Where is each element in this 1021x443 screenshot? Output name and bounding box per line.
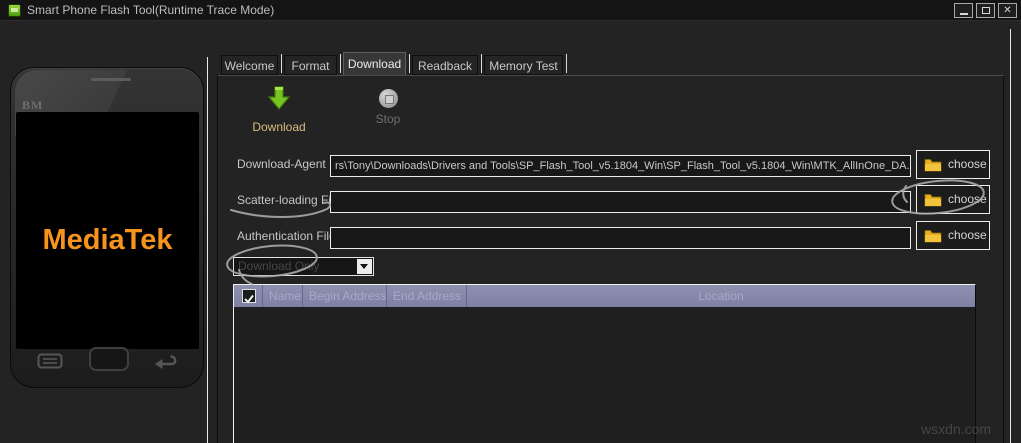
scatter-file-label: Scatter-loading File bbox=[237, 193, 341, 207]
tab-separator bbox=[566, 54, 567, 73]
minimize-button[interactable] bbox=[954, 3, 973, 18]
phone-corner-brand: BM bbox=[22, 98, 44, 112]
window-controls: ✕ bbox=[954, 3, 1017, 18]
right-edge-line bbox=[1010, 29, 1011, 443]
auth-choose-button[interactable]: choose bbox=[916, 221, 990, 250]
partition-table-header: Name Begin Address End Address Location bbox=[234, 285, 975, 307]
tab-separator bbox=[481, 54, 482, 73]
menu-key-icon bbox=[37, 353, 63, 369]
scatter-file-combo[interactable] bbox=[330, 191, 911, 213]
back-key-icon bbox=[155, 355, 177, 369]
phone-preview: BM MediaTek bbox=[10, 67, 204, 388]
header-begin-address: Begin Address bbox=[303, 285, 387, 307]
download-button-label: Download bbox=[252, 120, 306, 134]
scatter-choose-button[interactable]: choose bbox=[916, 185, 990, 214]
tab-format[interactable]: Format bbox=[284, 55, 337, 75]
home-key-icon bbox=[89, 347, 129, 371]
close-icon: ✕ bbox=[1003, 5, 1012, 16]
tab-readback[interactable]: Readback bbox=[412, 55, 478, 75]
maximize-button[interactable] bbox=[976, 3, 995, 18]
download-button[interactable]: Download bbox=[244, 85, 314, 134]
tab-separator bbox=[281, 54, 282, 73]
download-agent-choose-button[interactable]: choose bbox=[916, 150, 990, 179]
folder-icon bbox=[924, 230, 942, 243]
stop-button[interactable]: Stop bbox=[353, 85, 423, 126]
tab-welcome[interactable]: Welcome bbox=[221, 55, 278, 75]
tab-download[interactable]: Download bbox=[343, 52, 406, 75]
checkmark-icon bbox=[244, 294, 254, 304]
app-window: Smart Phone Flash Tool(Runtime Trace Mod… bbox=[0, 0, 1021, 443]
folder-icon bbox=[924, 159, 942, 172]
phone-screen: MediaTek bbox=[16, 112, 199, 349]
header-end-address: End Address bbox=[387, 285, 467, 307]
minimize-icon bbox=[959, 13, 968, 15]
download-arrow-icon bbox=[267, 86, 291, 110]
title-bar: Smart Phone Flash Tool(Runtime Trace Mod… bbox=[0, 0, 1021, 21]
auth-file-combo[interactable] bbox=[330, 227, 911, 249]
tab-separator bbox=[340, 54, 341, 73]
tab-separator bbox=[409, 54, 410, 73]
tab-panel-right-border bbox=[1003, 75, 1004, 443]
download-agent-field[interactable]: rs\Tony\Downloads\Drivers and Tools\SP_F… bbox=[330, 155, 911, 177]
select-all-checkbox[interactable] bbox=[242, 289, 256, 304]
choose-button-label: choose bbox=[948, 192, 987, 206]
app-icon bbox=[8, 4, 21, 17]
watermark: wsxdn.com bbox=[921, 421, 992, 437]
stop-icon bbox=[378, 89, 398, 108]
download-agent-label: Download-Agent bbox=[237, 157, 326, 171]
phone-speaker bbox=[91, 78, 131, 81]
phone-keys bbox=[11, 347, 203, 377]
window-title: Smart Phone Flash Tool(Runtime Trace Mod… bbox=[27, 3, 275, 17]
tab-panel-left-border bbox=[217, 75, 218, 443]
download-mode-dropdown-arrow[interactable] bbox=[357, 259, 372, 274]
header-location: Location bbox=[698, 289, 744, 303]
stop-button-label: Stop bbox=[375, 112, 401, 126]
partition-table: Name Begin Address End Address Location bbox=[233, 284, 976, 443]
maximize-icon bbox=[981, 7, 990, 14]
close-button[interactable]: ✕ bbox=[998, 3, 1017, 18]
download-mode-value: Download Only bbox=[238, 259, 320, 273]
auth-file-label: Authentication File bbox=[237, 229, 336, 243]
header-checkbox-cell bbox=[234, 285, 263, 307]
choose-button-label: choose bbox=[948, 157, 987, 171]
choose-button-label: choose bbox=[948, 228, 987, 242]
tab-memory-test[interactable]: Memory Test bbox=[484, 55, 563, 75]
panel-splitter bbox=[207, 57, 208, 443]
folder-icon bbox=[924, 194, 942, 207]
header-name: Name bbox=[263, 285, 303, 307]
tabs-underline bbox=[218, 75, 1004, 76]
mediatek-logo: MediaTek bbox=[42, 224, 173, 256]
download-mode-select[interactable]: Download Only bbox=[233, 257, 374, 276]
